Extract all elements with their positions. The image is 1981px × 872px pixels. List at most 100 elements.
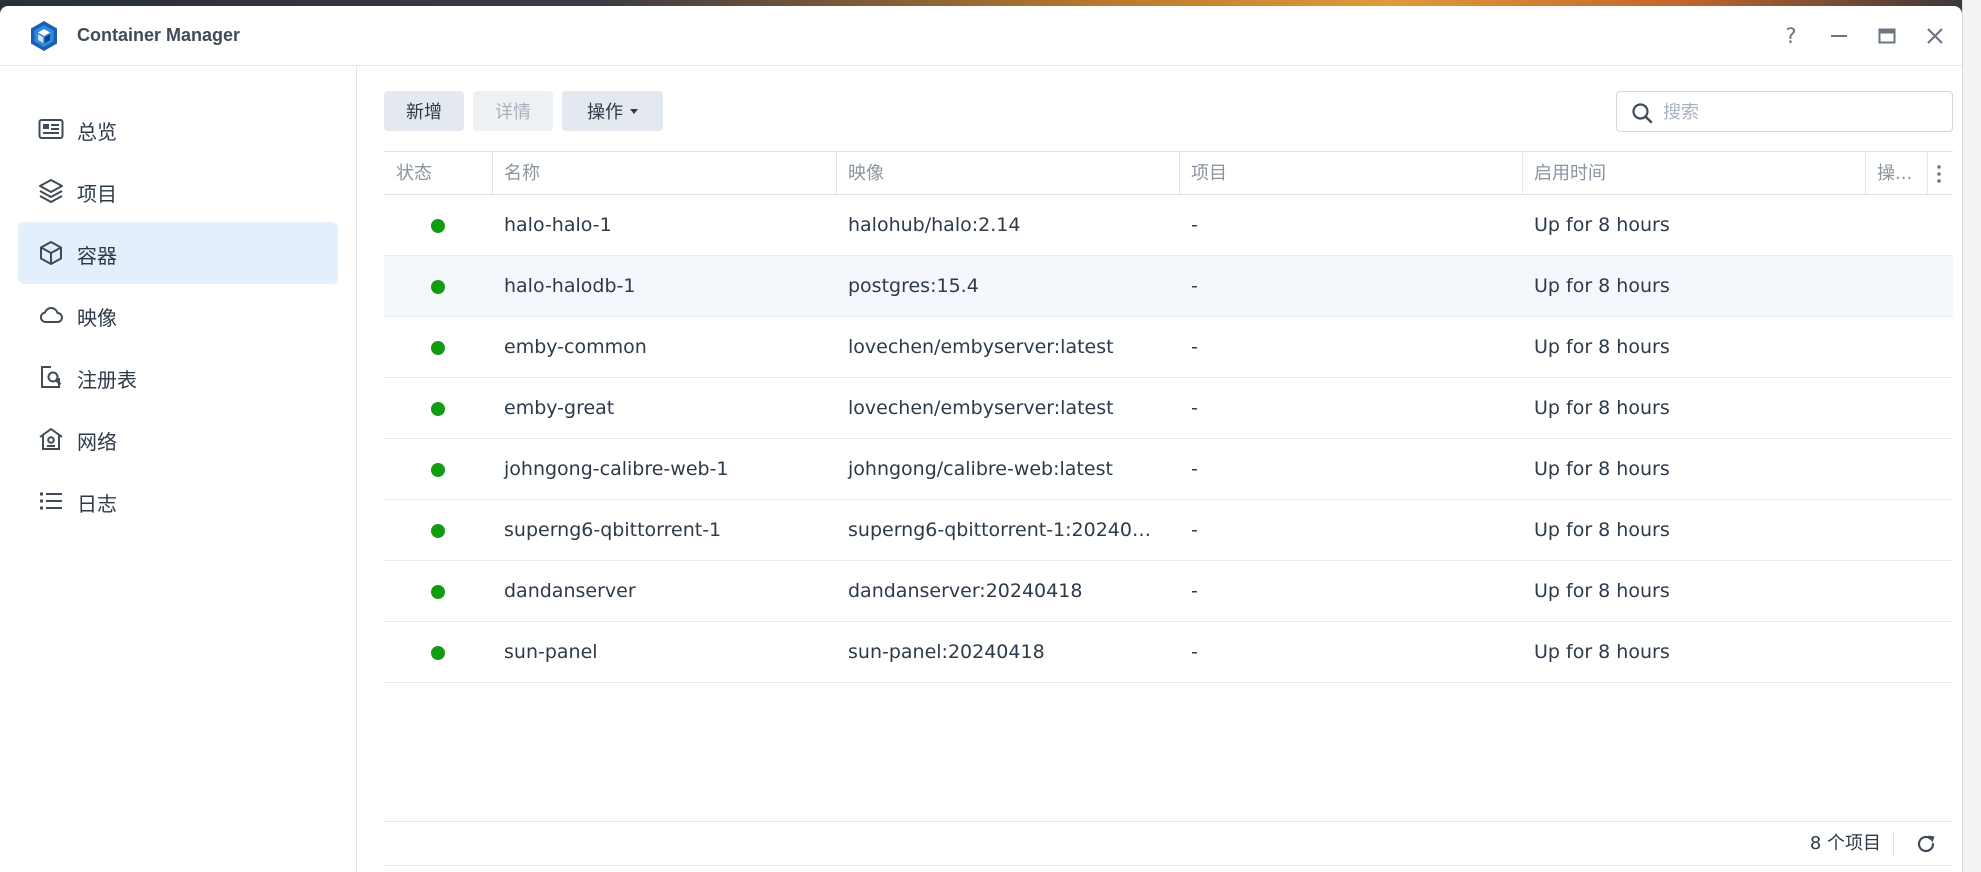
sidebar: 总览 项目 容器 映像 注册表 网络 日志 <box>0 66 357 872</box>
box-icon <box>40 241 62 265</box>
minimize-button[interactable] <box>1823 20 1855 52</box>
help-button[interactable]: ? <box>1775 20 1807 52</box>
sidebar-item-registry[interactable]: 注册表 <box>18 346 338 408</box>
column-menu-icon[interactable] <box>1931 162 1947 186</box>
app-title: Container Manager <box>77 25 241 45</box>
container-name: johngong-calibre-web-1 <box>504 458 729 480</box>
container-manager-logo-icon <box>31 21 57 51</box>
sidebar-item-containers[interactable]: 容器 <box>18 222 338 284</box>
container-project: - <box>1191 336 1198 358</box>
table-row[interactable]: emby-great lovechen/embyserver:latest - … <box>384 378 1953 439</box>
container-uptime: Up for 8 hours <box>1534 519 1670 541</box>
column-resize-handle[interactable] <box>1927 152 1928 195</box>
table-row[interactable]: dandanserver dandanserver:20240418 - Up … <box>384 561 1953 622</box>
container-project: - <box>1191 519 1198 541</box>
container-name: superng6-qbittorrent-1 <box>504 519 722 541</box>
maximize-icon <box>1878 28 1896 44</box>
container-project: - <box>1191 214 1198 236</box>
container-image: sun-panel:20240418 <box>848 641 1045 663</box>
sidebar-item-projects[interactable]: 项目 <box>18 160 338 222</box>
caret-down-icon <box>630 108 638 114</box>
actions-label: 操作 <box>587 102 623 123</box>
help-icon: ? <box>1785 24 1797 48</box>
item-count: 8 个项目 <box>1809 833 1881 854</box>
status-running-indicator <box>431 646 445 660</box>
status-running-indicator <box>431 524 445 538</box>
container-name: emby-common <box>504 336 647 358</box>
actions-dropdown-button[interactable]: 操作 <box>562 91 663 131</box>
search-icon <box>1632 103 1653 124</box>
container-uptime: Up for 8 hours <box>1534 336 1670 358</box>
container-image: postgres:15.4 <box>848 275 979 297</box>
sidebar-item-images[interactable]: 映像 <box>18 284 338 346</box>
column-header-project[interactable]: 项目 <box>1179 152 1522 195</box>
table-row[interactable]: halo-halodb-1 postgres:15.4 - Up for 8 h… <box>384 256 1953 317</box>
status-running-indicator <box>431 463 445 477</box>
sidebar-item-label: 映像 <box>77 306 117 330</box>
container-manager-window: Container Manager ? 总览 项目 容器 映像 注册表 网络 日… <box>0 6 1962 872</box>
status-running-indicator <box>431 219 445 233</box>
title-bar[interactable]: Container Manager ? <box>0 6 1962 66</box>
add-button[interactable]: 新增 <box>384 91 464 131</box>
container-project: - <box>1191 275 1198 297</box>
status-running-indicator <box>431 585 445 599</box>
cloud-icon <box>39 307 63 323</box>
maximize-button[interactable] <box>1871 20 1903 52</box>
table-row[interactable]: johngong-calibre-web-1 johngong/calibre-… <box>384 439 1953 500</box>
sidebar-item-logs[interactable]: 日志 <box>18 470 338 532</box>
close-button[interactable] <box>1919 20 1951 52</box>
table-footer: 8 个项目 <box>384 821 1953 866</box>
table-header: 状态 名称 映像 项目 启用时间 操... <box>384 151 1953 195</box>
sidebar-item-network[interactable]: 网络 <box>18 408 338 470</box>
column-header-status[interactable]: 状态 <box>384 152 492 195</box>
container-name: dandanserver <box>504 580 636 602</box>
container-name: emby-great <box>504 397 615 419</box>
search-box[interactable] <box>1616 91 1953 132</box>
sidebar-item-label: 网络 <box>77 430 117 454</box>
sidebar-item-label: 注册表 <box>77 368 137 392</box>
details-button[interactable]: 详情 <box>473 91 553 131</box>
status-running-indicator <box>431 402 445 416</box>
table-row[interactable]: emby-common lovechen/embyserver:latest -… <box>384 317 1953 378</box>
footer-divider <box>1893 831 1894 857</box>
list-icon <box>40 492 62 510</box>
background-window-edge <box>1962 0 1981 872</box>
container-name: halo-halo-1 <box>504 214 612 236</box>
sidebar-item-label: 项目 <box>77 182 117 206</box>
registry-search-icon <box>41 366 62 388</box>
status-running-indicator <box>431 280 445 294</box>
refresh-icon[interactable] <box>1915 833 1937 855</box>
table-row[interactable]: halo-halo-1 halohub/halo:2.14 - Up for 8… <box>384 195 1953 256</box>
table-row[interactable]: superng6-qbittorrent-1 superng6-qbittorr… <box>384 500 1953 561</box>
container-project: - <box>1191 397 1198 419</box>
close-icon <box>1927 28 1943 44</box>
sidebar-item-label: 容器 <box>77 244 117 268</box>
container-name: sun-panel <box>504 641 598 663</box>
container-name: halo-halodb-1 <box>504 275 636 297</box>
table-row[interactable]: sun-panel sun-panel:20240418 - Up for 8 … <box>384 622 1953 683</box>
container-image: johngong/calibre-web:latest <box>848 458 1113 480</box>
sidebar-item-label: 总览 <box>77 120 117 144</box>
container-uptime: Up for 8 hours <box>1534 397 1670 419</box>
minimize-icon <box>1831 35 1847 37</box>
column-header-name[interactable]: 名称 <box>492 152 836 195</box>
sidebar-item-overview[interactable]: 总览 <box>18 98 338 160</box>
search-input[interactable] <box>1663 98 1943 126</box>
container-uptime: Up for 8 hours <box>1534 580 1670 602</box>
container-list-panel: 新增 详情 操作 状态 名称 映像 项目 启用时间 <box>357 66 1962 872</box>
overview-icon <box>38 119 64 139</box>
container-uptime: Up for 8 hours <box>1534 275 1670 297</box>
layers-icon <box>39 179 63 203</box>
column-header-image[interactable]: 映像 <box>836 152 1179 195</box>
column-header-uptime[interactable]: 启用时间 <box>1522 152 1865 195</box>
column-header-actions[interactable]: 操... <box>1865 152 1927 195</box>
sidebar-item-label: 日志 <box>77 492 117 516</box>
container-project: - <box>1191 641 1198 663</box>
container-image: lovechen/embyserver:latest <box>848 397 1114 419</box>
container-uptime: Up for 8 hours <box>1534 458 1670 480</box>
container-image: lovechen/embyserver:latest <box>848 336 1114 358</box>
container-project: - <box>1191 580 1198 602</box>
container-uptime: Up for 8 hours <box>1534 641 1670 663</box>
container-uptime: Up for 8 hours <box>1534 214 1670 236</box>
network-home-icon <box>39 428 63 450</box>
